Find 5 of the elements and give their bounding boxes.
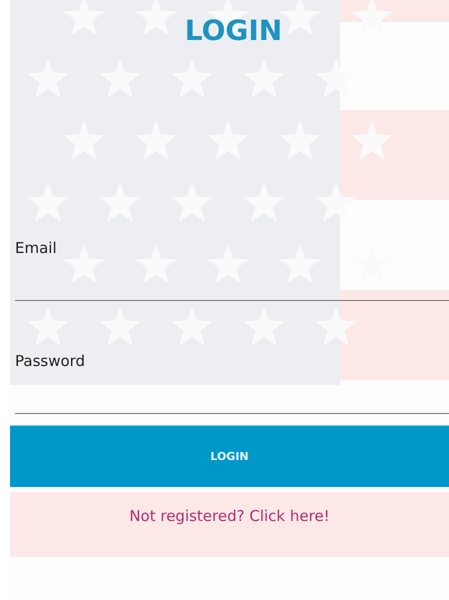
page-title: LOGIN (184, 14, 282, 48)
register-link[interactable]: Not registered? Click here! (129, 507, 330, 525)
login-button[interactable]: LOGIN (10, 425, 449, 487)
field-label: Email (14, 238, 58, 258)
field-label: Password (14, 351, 86, 371)
